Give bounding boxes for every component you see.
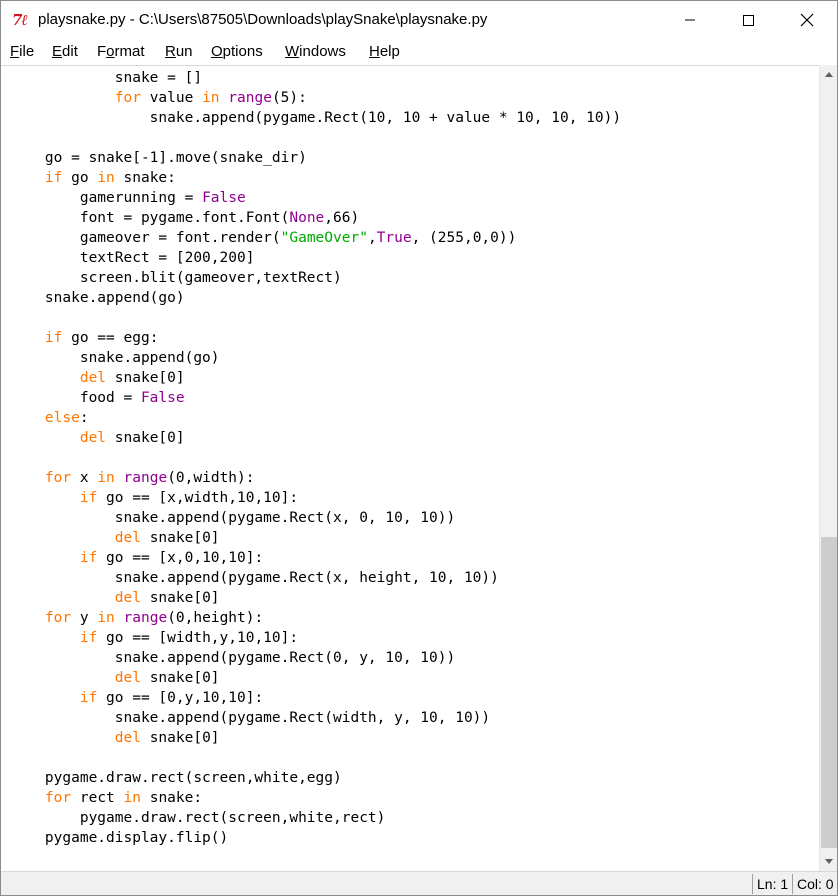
- code-line: textRect = [200,200]: [10, 250, 255, 266]
- code-line: del snake[0]: [79, 370, 185, 386]
- minimize-icon: [685, 19, 695, 21]
- code-line: snake.append(pygame.Rect(x, height, 10, …: [10, 570, 499, 586]
- menu-file[interactable]: File: [10, 43, 34, 61]
- line-number-status: Ln: 1: [752, 874, 792, 894]
- code-line: screen.blit(gameover,textRect): [10, 270, 342, 286]
- scroll-up-button[interactable]: [820, 65, 837, 85]
- code-line: pygame.display.flip(): [10, 830, 229, 846]
- maximize-icon: [743, 15, 754, 26]
- menu-windows[interactable]: Windows: [285, 43, 346, 61]
- code-line: snake.append(pygame.Rect(x, 0, 10, 10)): [10, 510, 456, 526]
- scroll-thumb[interactable]: [821, 537, 837, 848]
- menu-format[interactable]: Format: [97, 43, 145, 61]
- column-number-status: Col: 0: [792, 874, 837, 894]
- code-line: snake.append(go): [10, 290, 185, 306]
- code-line: pygame.draw.rect(screen,white,egg): [10, 770, 342, 786]
- vertical-scrollbar[interactable]: [819, 65, 837, 871]
- menu-options[interactable]: Options: [211, 43, 263, 61]
- title-bar[interactable]: 7ℓ playsnake.py - C:\Users\87505\Downloa…: [1, 1, 837, 39]
- code-line: snake.append(go): [10, 350, 220, 366]
- code-line: for rect in snake:: [44, 790, 203, 806]
- code-line: del snake[0]: [79, 430, 185, 446]
- maximize-button[interactable]: [719, 1, 777, 39]
- close-button[interactable]: [778, 1, 836, 39]
- code-line: snake = []: [10, 70, 203, 86]
- code-line: else:: [44, 410, 89, 426]
- window-title: playsnake.py - C:\Users\87505\Downloads\…: [38, 11, 488, 28]
- code-line: del snake[0]: [114, 530, 220, 546]
- status-bar: Ln: 1 Col: 0: [1, 871, 837, 895]
- menu-help[interactable]: Help: [369, 43, 400, 61]
- menu-edit[interactable]: Edit: [52, 43, 78, 61]
- code-line: del snake[0]: [114, 590, 220, 606]
- code-line: font = pygame.font.Font(None,66): [10, 210, 360, 226]
- code-line: pygame.draw.rect(screen,white,rect): [10, 810, 386, 826]
- code-line: for value in range(5):: [114, 90, 307, 106]
- code-editor[interactable]: snake = [] for value in range(5): snake.…: [1, 65, 819, 872]
- code-line: if go == [x,width,10,10]:: [79, 490, 299, 506]
- scroll-up-icon: [825, 72, 833, 77]
- scroll-down-button[interactable]: [820, 851, 837, 871]
- code-line: for y in range(0,height):: [44, 610, 264, 626]
- code-line: if go in snake:: [44, 170, 176, 186]
- code-line: snake.append(pygame.Rect(10, 10 + value …: [10, 110, 622, 126]
- code-line: food = False: [10, 390, 185, 406]
- code-line: if go == egg:: [44, 330, 159, 346]
- minimize-button[interactable]: [661, 1, 719, 39]
- code-line: del snake[0]: [114, 730, 220, 746]
- code-line: gamerunning = False: [10, 190, 246, 206]
- scroll-down-icon: [825, 859, 833, 864]
- code-line: if go == [x,0,10,10]:: [79, 550, 264, 566]
- code-line: snake.append(pygame.Rect(width, y, 10, 1…: [10, 710, 491, 726]
- code-line: del snake[0]: [114, 670, 220, 686]
- python-idle-icon: 7ℓ: [12, 11, 28, 29]
- code-line: go = snake[-1].move(snake_dir): [10, 150, 307, 166]
- code-line: snake.append(pygame.Rect(0, y, 10, 10)): [10, 650, 456, 666]
- code-line: if go == [0,y,10,10]:: [79, 690, 264, 706]
- close-icon: [800, 13, 814, 27]
- code-line: for x in range(0,width):: [44, 470, 255, 486]
- menu-bar: File Edit Format Run Options Windows Hel…: [1, 39, 837, 65]
- menu-run[interactable]: Run: [165, 43, 193, 61]
- code-line: if go == [width,y,10,10]:: [79, 630, 299, 646]
- code-line: gameover = font.render("GameOver",True, …: [10, 230, 517, 246]
- idle-editor-window: 7ℓ playsnake.py - C:\Users\87505\Downloa…: [0, 0, 838, 896]
